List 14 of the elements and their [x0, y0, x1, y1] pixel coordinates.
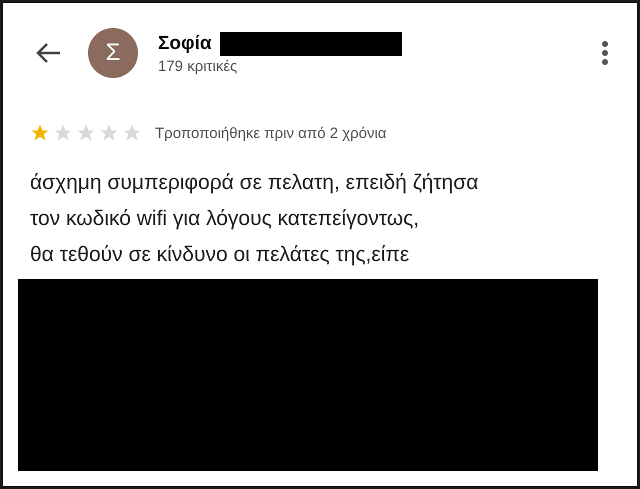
- review-count: 179 κριτικές: [158, 58, 238, 74]
- review-date: Τροποποιήθηκε πριν από 2 χρόνια: [155, 124, 386, 142]
- review-text: θα τεθούν σε κίνδυνο οι πελάτες της,είπε: [30, 242, 410, 268]
- more-icon: [601, 40, 609, 66]
- review-text: τον κωδικό wifi για λόγους κατεπείγοντως,: [30, 206, 420, 232]
- star-icon: [52, 123, 74, 143]
- review-text: άσχημη συμπεριφορά σε πελατη, επειδή ζήτησα: [30, 170, 480, 196]
- star-icon: [75, 123, 97, 143]
- back-arrow-icon: [35, 42, 61, 64]
- star-icon: [98, 123, 120, 143]
- star-icon: [121, 123, 143, 143]
- star-icon: [29, 123, 51, 143]
- avatar: Σ: [88, 28, 138, 78]
- reviewer-name: Σοφία: [158, 32, 212, 54]
